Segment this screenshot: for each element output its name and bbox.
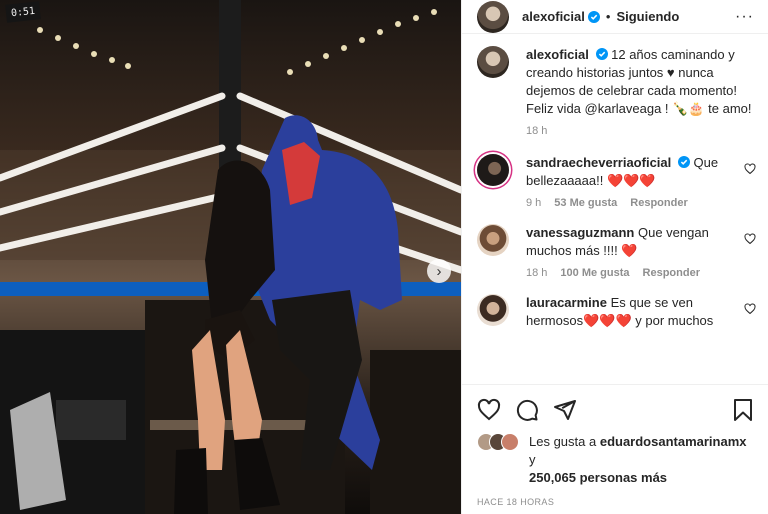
- like-comment-heart-icon[interactable]: [744, 303, 756, 315]
- likes-connector: y: [529, 452, 536, 467]
- post-actions: Les gusta a eduardosantamarinamx y 250,0…: [462, 384, 768, 514]
- avatar[interactable]: [477, 294, 509, 326]
- photo-illustration: [0, 0, 461, 514]
- post-photo[interactable]: 0:51 ›: [0, 0, 461, 514]
- arena-clock: 0:51: [5, 1, 41, 23]
- action-bar: [477, 397, 754, 423]
- reply-button[interactable]: Responder: [643, 266, 700, 280]
- like-heart-icon[interactable]: [477, 398, 501, 422]
- like-comment-heart-icon[interactable]: [744, 233, 756, 245]
- comment-item: lauracarmine Es que se ven hermosos❤️❤️❤…: [477, 294, 756, 330]
- avatar[interactable]: [477, 46, 509, 78]
- post-header: alexoficial • Siguiendo ···: [462, 0, 768, 34]
- comment-time[interactable]: 18 h: [526, 266, 547, 280]
- likes-count[interactable]: 250,065 personas más: [529, 470, 667, 485]
- caption-time[interactable]: 18 h: [526, 124, 547, 138]
- comment-username[interactable]: sandraecheverriaoficial: [526, 155, 671, 170]
- bookmark-icon[interactable]: [732, 398, 754, 422]
- liker-avatars[interactable]: [477, 433, 529, 451]
- verified-badge-icon: [595, 48, 608, 60]
- avatar[interactable]: [477, 0, 509, 33]
- following-button[interactable]: Siguiendo: [616, 9, 679, 24]
- like-comment-heart-icon[interactable]: [744, 163, 756, 175]
- comment-time[interactable]: 9 h: [526, 196, 541, 210]
- ellipsis-icon[interactable]: ···: [735, 8, 754, 26]
- likes-prefix: Les gusta a: [529, 434, 597, 449]
- carousel-next-button[interactable]: ›: [427, 259, 451, 283]
- reply-button[interactable]: Responder: [630, 196, 687, 210]
- likes-summary: Les gusta a eduardosantamarinamx y 250,0…: [477, 433, 754, 487]
- avatar[interactable]: [477, 154, 509, 186]
- verified-badge-icon: [677, 156, 690, 168]
- instagram-post: 0:51 › alexoficial • Siguiendo ··· alexo…: [0, 0, 768, 514]
- header-username[interactable]: alexoficial: [522, 9, 585, 24]
- liker-username[interactable]: eduardosantamarinamx: [600, 434, 747, 449]
- comment-item: vanessaguzmann Que vengan muchos más !!!…: [477, 224, 756, 280]
- avatar: [501, 433, 519, 451]
- share-icon[interactable]: [553, 398, 577, 422]
- post-timestamp[interactable]: HACE 18 HORAS: [477, 497, 754, 507]
- separator-dot: •: [605, 9, 611, 24]
- comment-item: sandraecheverriaoficial Que bellezaaaaa!…: [477, 154, 756, 210]
- comment-likes[interactable]: 53 Me gusta: [554, 196, 617, 210]
- post-caption: alexoficial 12 años caminando y creando …: [477, 46, 756, 138]
- caption-username[interactable]: alexoficial: [526, 47, 589, 62]
- verified-badge-icon: [587, 10, 600, 23]
- post-side-panel: alexoficial • Siguiendo ··· alexoficial …: [461, 0, 768, 514]
- comment-username[interactable]: vanessaguzmann: [526, 225, 634, 240]
- comment-likes[interactable]: 100 Me gusta: [560, 266, 629, 280]
- comment-icon[interactable]: [515, 398, 539, 422]
- comment-username[interactable]: lauracarmine: [526, 295, 607, 310]
- comments-list[interactable]: alexoficial 12 años caminando y creando …: [462, 34, 768, 384]
- avatar[interactable]: [477, 224, 509, 256]
- chevron-right-icon: ›: [436, 262, 442, 280]
